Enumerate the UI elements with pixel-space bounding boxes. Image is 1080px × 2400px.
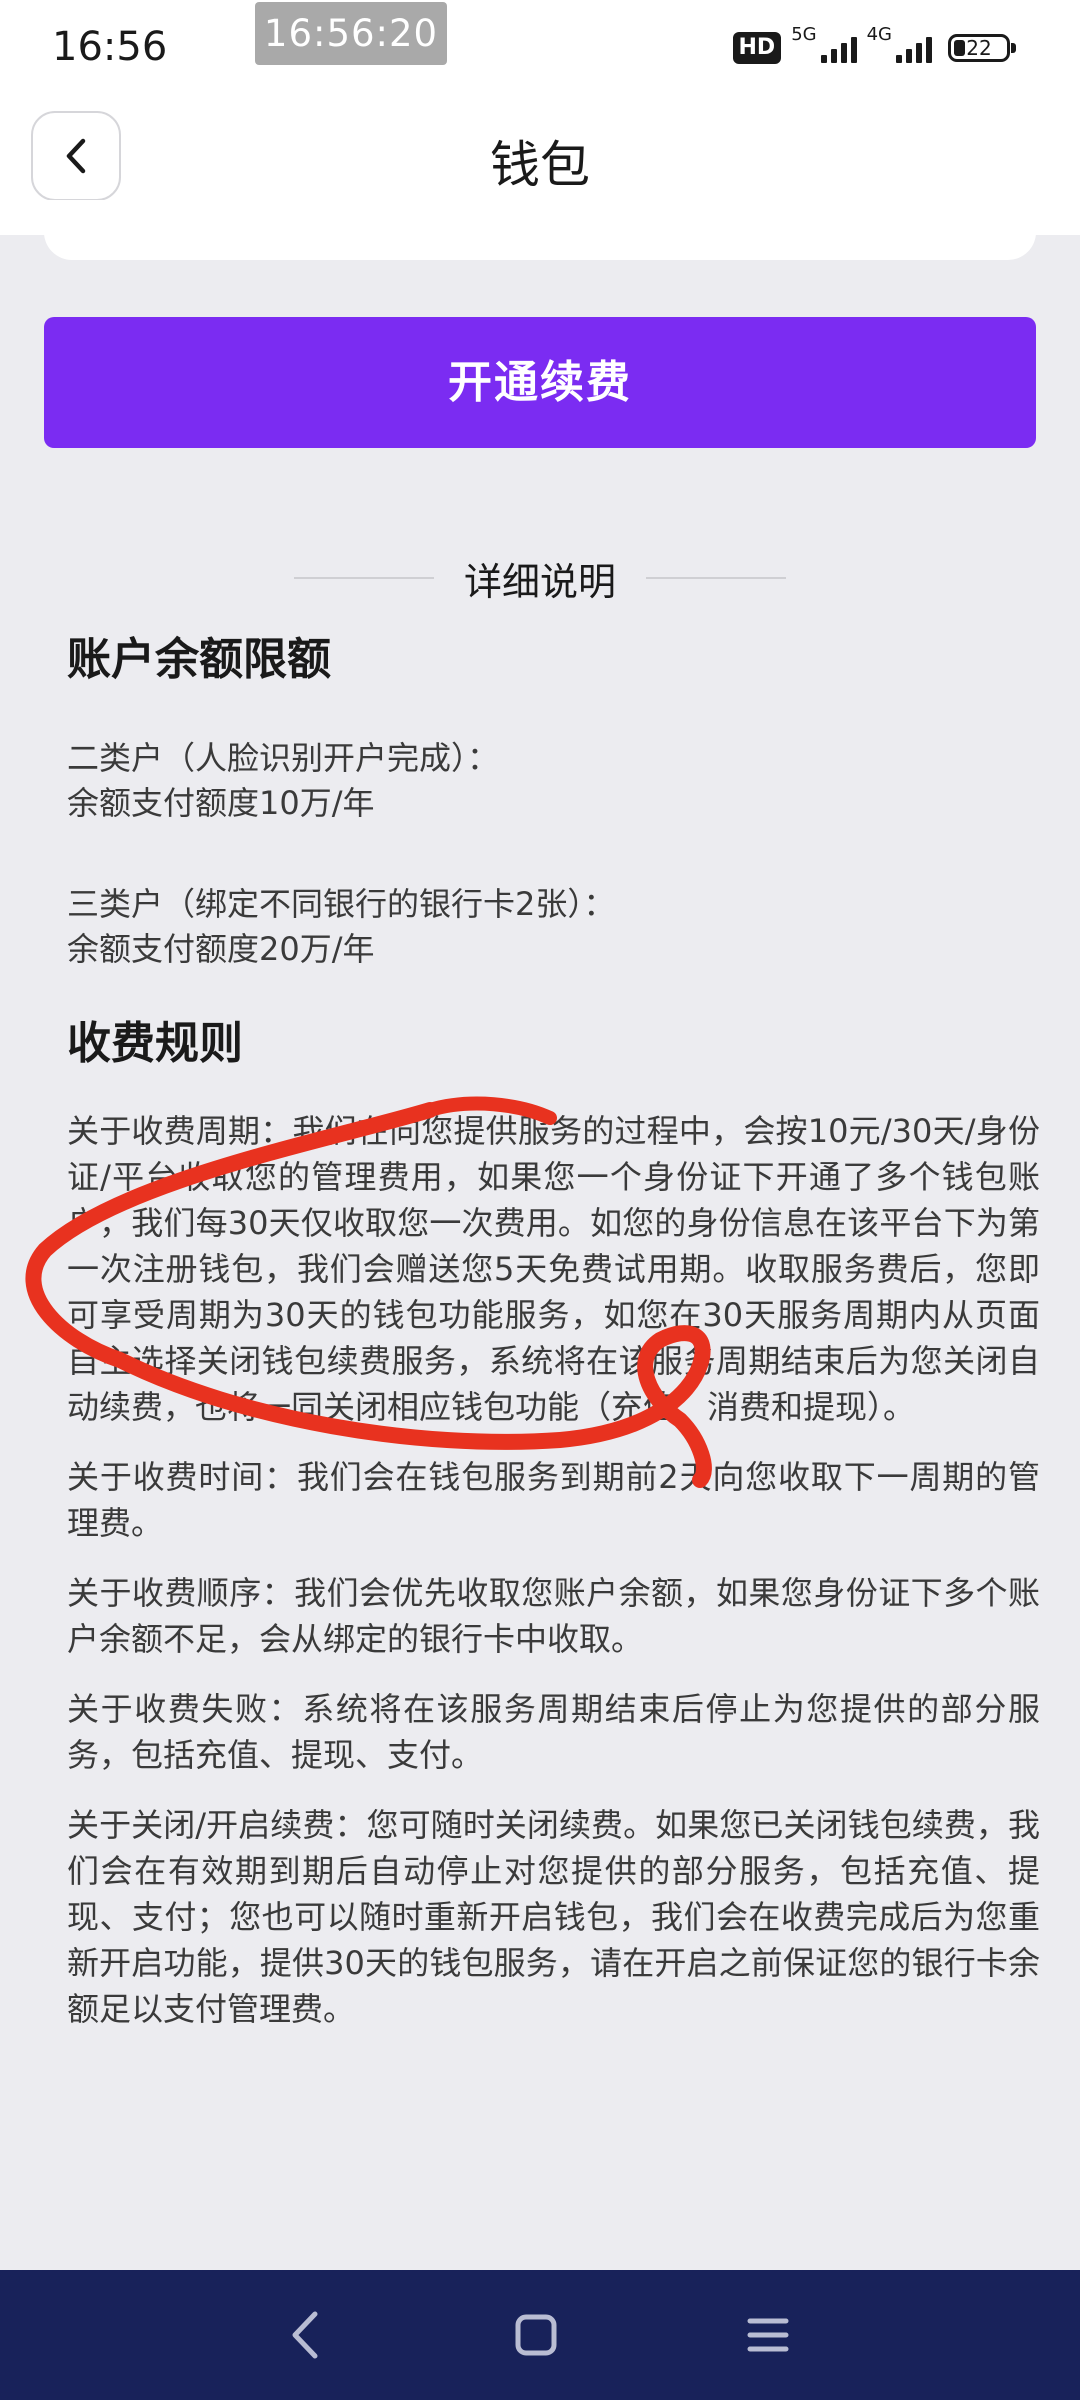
limit-item: 二类户（人脸识别开户完成）： 余额支付额度10万/年 [67, 736, 1040, 826]
battery-percent: 22 [966, 36, 992, 60]
nav-back-button[interactable] [245, 2270, 365, 2400]
limits-title: 账户余额限额 [67, 634, 331, 685]
details-content: 账户余额限额 二类户（人脸识别开户完成）： 余额支付额度10万/年 三类户（绑定… [67, 630, 1040, 2032]
network-5g-label: 5G [791, 24, 817, 45]
renew-button[interactable]: 开通续费 [44, 317, 1036, 448]
hd-icon: HD [732, 32, 782, 64]
system-nav-bar [0, 2270, 1080, 2400]
hamburger-menu-icon [747, 2318, 789, 2352]
fees-title: 收费规则 [67, 1018, 243, 1069]
status-time: 16:56 [52, 24, 168, 70]
fee-paragraph: 关于关闭/开启续费：您可随时关闭续费。如果您已关闭钱包续费，我们会在有效期到期后… [67, 1806, 1040, 2028]
fee-paragraph: 关于收费周期：我们在向您提供服务的过程中，会按10元/30天/身份证/平台收取您… [67, 1112, 1040, 1426]
status-icons: HD 5G 4G 22 [732, 24, 1016, 68]
signal-icon [820, 33, 857, 63]
battery-level [954, 40, 965, 56]
status-bar: 16:56 16:56:20 HD 5G 4G 22 [0, 0, 1080, 95]
wallet-card-bottom [44, 200, 1036, 260]
fee-paragraph: 关于收费顺序：我们会优先收取您账户余额，如果您身份证下多个账户余额不足，会从绑定… [67, 1574, 1040, 1658]
nav-menu-button[interactable] [708, 2270, 828, 2400]
details-divider: 详细说明 [0, 548, 1080, 608]
battery-icon: 22 [948, 34, 1016, 62]
details-heading: 详细说明 [463, 559, 616, 604]
fee-paragraph: 关于收费失败：系统将在该服务周期结束后停止为您提供的部分服务，包括充值、提现、支… [67, 1690, 1040, 1774]
network-4g-label: 4G [866, 24, 892, 45]
limit-type: 三类户（绑定不同银行的银行卡2张）： [67, 885, 616, 923]
limit-quota: 余额支付额度10万/年 [67, 784, 375, 822]
limit-type: 二类户（人脸识别开户完成）： [67, 739, 500, 777]
signal-icon-2 [896, 33, 932, 63]
square-home-icon [515, 2314, 557, 2356]
page-title: 钱包 [490, 136, 590, 194]
nav-home-button[interactable] [476, 2270, 596, 2400]
divider-line-left [293, 577, 434, 579]
limit-quota: 余额支付额度20万/年 [67, 930, 375, 968]
limit-item: 三类户（绑定不同银行的银行卡2张）： 余额支付额度20万/年 [67, 882, 1040, 972]
divider-line-right [646, 577, 786, 579]
fee-paragraph: 关于收费时间：我们会在钱包服务到期前2天向您收取下一周期的管理费。 [67, 1458, 1040, 1542]
screenshot-time-toast: 16:56:20 [255, 2, 447, 65]
triangle-back-icon [292, 2311, 318, 2359]
